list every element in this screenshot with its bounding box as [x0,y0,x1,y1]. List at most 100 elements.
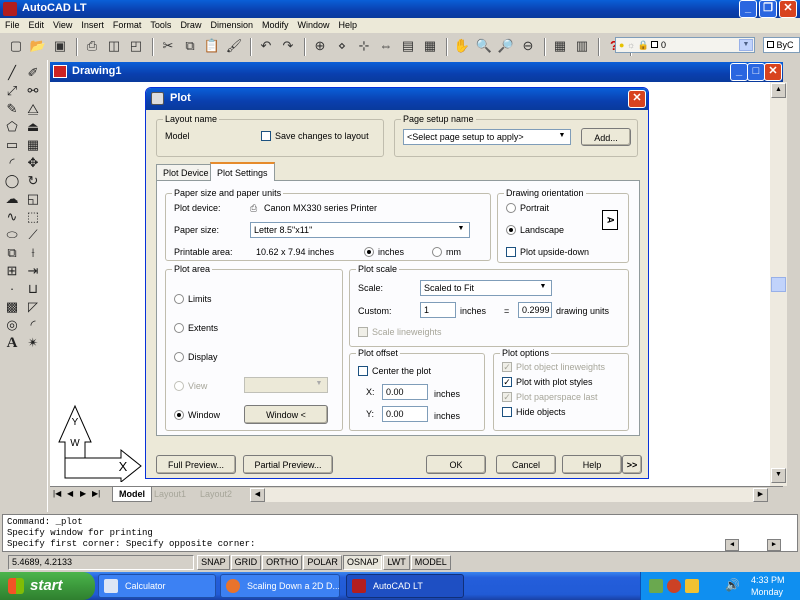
center-plot-checkbox[interactable] [358,366,368,376]
menu-window[interactable]: Window [298,20,330,30]
scale-lineweights-checkbox[interactable] [358,327,368,337]
drawing-minimize-button[interactable]: _ [730,63,748,81]
menu-format[interactable]: Format [113,20,142,30]
taskbar-item-browser[interactable]: Scaling Down a 2D D... [220,574,340,598]
custom-inches-input[interactable]: 1 [420,302,456,318]
drawing-close-button[interactable]: ✕ [764,63,782,81]
line-icon[interactable]: ╱ [3,64,21,82]
app-restore-button[interactable]: ❐ [759,0,777,18]
display-radio[interactable] [174,352,184,362]
make-block-icon[interactable]: ⊞ [3,262,21,280]
partial-preview-button[interactable]: Partial Preview... [243,455,333,474]
tab-plot-settings[interactable]: Plot Settings [210,162,275,181]
more-options-button[interactable]: >> [622,455,642,474]
construction-line-icon[interactable]: ⤢ [3,82,21,100]
insert-block-icon[interactable]: ⧉ [3,244,21,262]
ellipse-icon[interactable]: ⬭ [3,226,21,244]
tray-app-icon-1[interactable] [649,579,663,593]
chevron-down-icon[interactable]: ▼ [739,39,753,51]
open-folder-icon[interactable]: 📂 [28,36,48,56]
menu-help[interactable]: Help [339,20,358,30]
rotate-icon[interactable]: ↻ [24,172,42,190]
command-window[interactable]: Command: _plot Specify window for printi… [2,514,798,552]
snap-toggle[interactable]: SNAP [197,555,230,570]
cancel-button[interactable]: Cancel [496,455,556,474]
ok-button[interactable]: OK [426,455,486,474]
trim-icon[interactable]: ⟊ [24,244,42,262]
fillet-icon[interactable]: ◜ [24,316,42,334]
distance-icon[interactable]: ⇔ [376,36,396,56]
undo-icon[interactable]: ↶ [256,36,276,56]
polyline-icon[interactable]: ✎ [3,100,21,118]
last-tab-icon[interactable]: ▶| [92,489,100,498]
circle-icon[interactable]: ◯ [3,172,21,190]
plot-dialog-close-button[interactable]: ✕ [628,90,646,108]
add-page-setup-button[interactable]: Add... [581,128,631,146]
revision-cloud-icon[interactable]: ☁ [3,190,21,208]
ortho-toggle[interactable]: ORTHO [262,555,303,570]
help-button[interactable]: Help [562,455,622,474]
hyperlink-icon[interactable]: ⊕ [310,36,330,56]
scroll-right-icon[interactable]: ▶ [753,488,768,502]
model-toggle[interactable]: MODEL [410,555,451,570]
start-button[interactable]: start [0,572,95,600]
zoom-window-icon[interactable]: 🔎 [496,36,516,56]
menu-draw[interactable]: Draw [180,20,201,30]
point-icon[interactable]: · [3,280,21,298]
tray-app-icon-2[interactable] [667,579,681,593]
scale-icon[interactable]: ◱ [24,190,42,208]
new-file-icon[interactable]: ▢ [6,36,26,56]
menu-insert[interactable]: Insert [81,20,104,30]
scale-select[interactable]: Scaled to Fit ▼ [420,280,552,296]
menu-tools[interactable]: Tools [150,20,171,30]
window-select-button[interactable]: Window < [244,405,328,424]
save-icon[interactable]: ▣ [50,36,70,56]
lengthen-icon[interactable]: ⟋ [24,226,42,244]
menu-dimension[interactable]: Dimension [210,20,253,30]
scroll-up-icon[interactable]: ▲ [771,83,786,98]
volume-icon[interactable]: 🔊 [725,578,740,592]
tab-model[interactable]: Model [112,487,152,502]
pan-icon[interactable]: ✋ [452,36,472,56]
zoom-previous-icon[interactable]: ⊖ [518,36,538,56]
drawing-maximize-button[interactable]: □ [747,63,765,81]
zoom-realtime-icon[interactable]: 🔍 [474,36,494,56]
menu-modify[interactable]: Modify [262,20,289,30]
prev-tab-icon[interactable]: ◀ [67,489,73,498]
taskbar-item-calculator[interactable]: Calculator [98,574,216,598]
scroll-left-icon[interactable]: ◀ [250,488,265,502]
offset-y-input[interactable]: 0.00 [382,406,428,422]
app-close-button[interactable]: ✕ [779,0,797,18]
drawing-vertical-scrollbar[interactable]: ▲ ▼ [770,82,787,486]
tray-app-icon-3[interactable] [685,579,699,593]
redo-icon[interactable]: ↷ [278,36,298,56]
polygon-icon[interactable]: ⬠ [3,118,21,136]
move-icon[interactable]: ✥ [24,154,42,172]
properties-icon[interactable]: ▤ [398,36,418,56]
calculator-icon[interactable]: ▥ [572,36,592,56]
next-tab-icon[interactable]: ▶ [80,489,86,498]
tab-plot-device[interactable]: Plot Device [156,164,216,180]
chevron-down-icon[interactable]: ▼ [454,224,468,236]
color-dropdown[interactable]: ByC [763,37,800,53]
limits-radio[interactable] [174,294,184,304]
first-tab-icon[interactable]: |◀ [53,489,61,498]
menu-view[interactable]: View [53,20,72,30]
print-preview-icon[interactable]: ◫ [104,36,124,56]
publish-icon[interactable]: ◰ [126,36,146,56]
save-changes-checkbox[interactable] [261,131,271,141]
upside-down-checkbox[interactable] [506,247,516,257]
portrait-radio[interactable] [506,203,516,213]
offset-x-input[interactable]: 0.00 [382,384,428,400]
chevron-down-icon[interactable]: ▼ [555,131,569,143]
view-select[interactable]: ▼ [244,377,328,393]
chamfer-icon[interactable]: ◸ [24,298,42,316]
arc-icon[interactable]: ◜ [3,154,21,172]
autocad-app-icon[interactable] [3,2,17,16]
drawing-icon[interactable] [53,65,67,78]
lwt-toggle[interactable]: LWT [383,555,410,570]
chevron-down-icon[interactable]: ▼ [536,282,550,294]
command-scroll-right-icon[interactable]: ▶ [767,539,781,551]
copy-icon[interactable]: ⧉ [180,36,200,56]
taskbar-item-autocad[interactable]: AutoCAD LT [346,574,464,598]
